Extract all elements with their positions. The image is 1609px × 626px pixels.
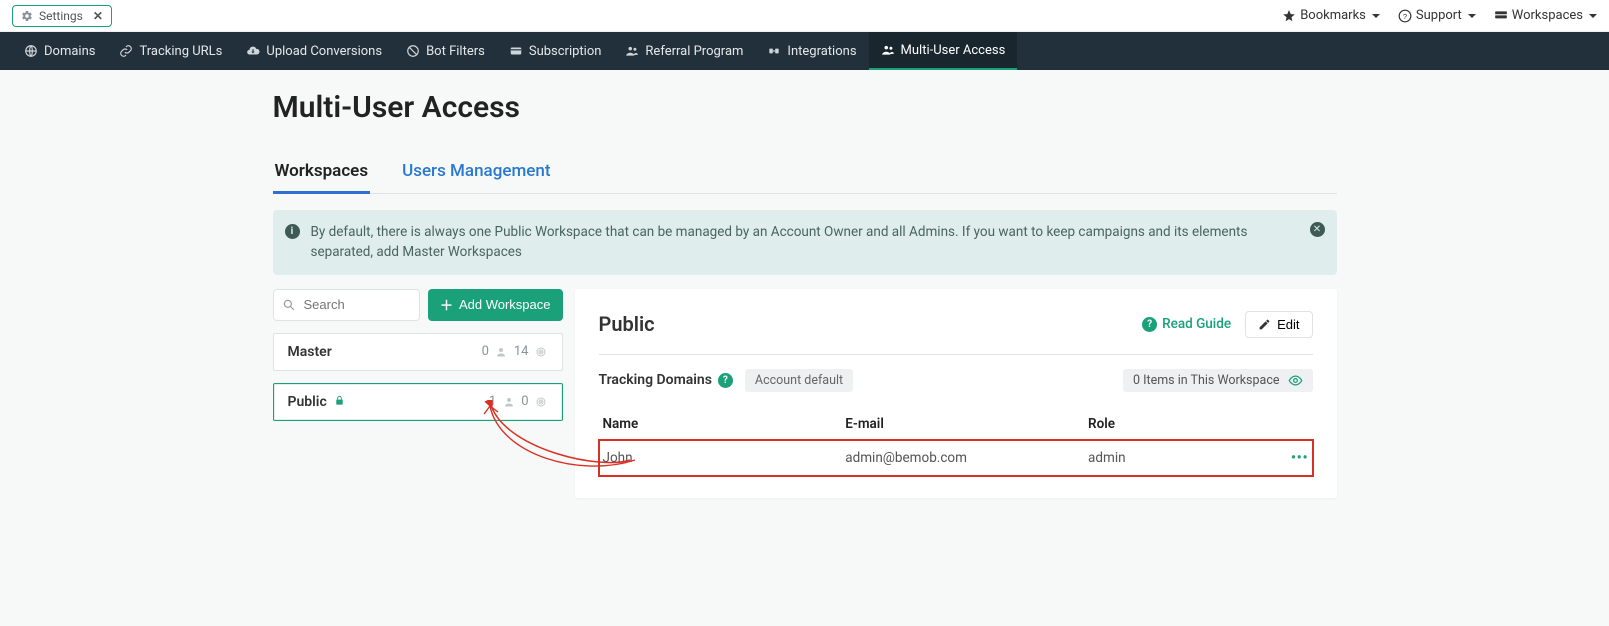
gear-icon [21,10,33,22]
nav-domains[interactable]: Domains [12,32,107,70]
pencil-icon [1258,318,1271,331]
ban-icon [406,44,420,58]
cloud-upload-icon [246,44,260,58]
users-icon [625,44,639,58]
nav-multi-user-access[interactable]: Multi-User Access [869,32,1018,70]
tracking-domains-row: Tracking Domains ? Account default 0 Ite… [599,369,1313,392]
nav-multi-user-label: Multi-User Access [901,43,1006,58]
top-tabs-row: Settings ✕ Bookmarks ? Support Workspace… [0,0,1609,32]
lock-icon [334,395,345,409]
workspaces-sidebar: ＋ Add Workspace Master 0 14 Public [273,289,563,433]
read-guide-label: Read Guide [1162,316,1231,332]
nav-subscription-label: Subscription [529,44,602,59]
nav-tracking-urls[interactable]: Tracking URLs [107,32,234,70]
tab-users-management[interactable]: Users Management [400,155,552,193]
nav-bot-filters-label: Bot Filters [426,44,485,59]
edit-button[interactable]: Edit [1245,311,1312,338]
nav-domains-label: Domains [44,44,95,59]
star-icon [1282,9,1296,23]
read-guide-link[interactable]: ? Read Guide [1142,316,1231,332]
browser-tab-label: Settings [39,9,83,23]
users-table: Name E-mail Role John admin@bemob.com ad… [599,408,1313,476]
workspace-name: Public [288,394,346,410]
cell-email: admin@bemob.com [841,440,1084,476]
nav-subscription[interactable]: Subscription [497,32,614,70]
user-icon [502,395,515,408]
workspace-targets-count: 0 [521,394,528,409]
nav-upload-conversions[interactable]: Upload Conversions [234,32,394,70]
multiuser-icon [881,43,895,57]
link-icon [119,44,133,58]
support-label: Support [1416,8,1462,23]
eye-icon [1288,373,1303,388]
support-menu[interactable]: ? Support [1398,8,1476,23]
cell-role: admin [1084,440,1270,476]
help-icon: ? [1142,317,1157,332]
nav-bot-filters[interactable]: Bot Filters [394,32,497,70]
bookmarks-menu[interactable]: Bookmarks [1282,8,1380,23]
nav-integrations[interactable]: Integrations [755,32,868,70]
card-icon [509,44,523,58]
browser-tab-settings[interactable]: Settings ✕ [12,5,112,27]
tab-workspaces[interactable]: Workspaces [273,155,371,194]
edit-label: Edit [1277,317,1299,332]
top-right-links: Bookmarks ? Support Workspaces [1282,8,1597,23]
add-workspace-label: Add Workspace [459,297,551,312]
page-body: Multi-User Access Workspaces Users Manag… [255,90,1355,538]
panel-title: Public [599,312,655,336]
nav-referral-label: Referral Program [645,44,743,59]
items-in-workspace[interactable]: 0 Items in This Workspace [1123,369,1313,392]
workspace-item-public[interactable]: Public 1 0 [273,383,563,421]
page-title: Multi-User Access [273,90,1337,125]
table-header-row: Name E-mail Role [599,408,1313,440]
globe-icon [24,44,38,58]
info-close-icon[interactable]: ✕ [1310,222,1325,237]
workspace-stats: 0 14 [482,344,548,359]
workspace-users-count: 0 [482,344,489,359]
nav-integrations-label: Integrations [787,44,856,59]
target-icon [535,345,548,358]
add-workspace-button[interactable]: ＋ Add Workspace [428,289,563,321]
workspace-panel: Public ? Read Guide Edit [575,289,1337,498]
search-input[interactable] [302,296,411,313]
help-icon[interactable]: ? [718,373,733,388]
plug-icon [767,44,781,58]
nav-tracking-urls-label: Tracking URLs [139,44,222,59]
main-nav: Domains Tracking URLs Upload Conversions… [0,32,1609,70]
table-row[interactable]: John admin@bemob.com admin ••• [599,440,1313,476]
help-icon: ? [1398,9,1412,23]
cell-name: John [599,440,842,476]
search-icon [282,298,296,312]
col-name: Name [599,408,842,440]
workspace-targets-count: 14 [514,344,529,359]
nav-referral[interactable]: Referral Program [613,32,755,70]
col-role: Role [1084,408,1270,440]
target-icon [535,395,548,408]
col-email: E-mail [841,408,1084,440]
plus-icon: ＋ [440,295,453,314]
bookmarks-label: Bookmarks [1300,8,1366,23]
svg-text:?: ? [1403,11,1407,20]
workspace-name: Master [288,344,332,360]
search-box[interactable] [273,289,420,321]
workspace-stats: 1 0 [489,394,548,409]
workspaces-label: Workspaces [1512,8,1583,23]
items-in-workspace-label: 0 Items in This Workspace [1133,373,1280,388]
info-icon: i [285,224,300,239]
sub-tabs: Workspaces Users Management [273,155,1337,194]
account-default-badge: Account default [745,369,853,392]
tracking-domains-label: Tracking Domains [599,372,712,388]
info-banner-text: By default, there is always one Public W… [311,224,1248,260]
workspace-users-count: 1 [489,394,496,409]
workspaces-icon [1494,9,1508,23]
user-icon [495,345,508,358]
info-banner: i By default, there is always one Public… [273,210,1337,275]
workspace-item-master[interactable]: Master 0 14 [273,333,563,371]
row-actions-icon[interactable]: ••• [1291,450,1309,466]
workspaces-menu[interactable]: Workspaces [1494,8,1597,23]
tab-close-icon[interactable]: ✕ [93,9,103,23]
nav-upload-conversions-label: Upload Conversions [266,44,382,59]
